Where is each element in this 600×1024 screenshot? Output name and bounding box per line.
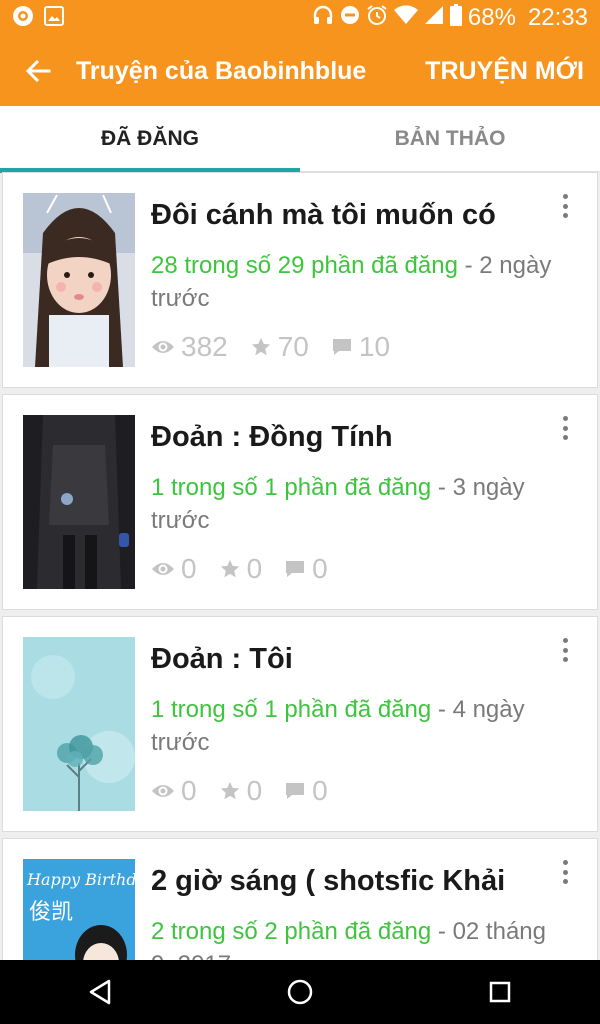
wifi-icon: [393, 4, 418, 32]
star-icon: [251, 337, 270, 356]
comments-count: 10: [358, 331, 391, 362]
nav-home-button[interactable]: [260, 960, 340, 1024]
cover-subtext: 俊凯: [29, 900, 73, 925]
clock: 22:33: [527, 4, 588, 31]
comment-icon: [286, 561, 305, 577]
more-options-button[interactable]: [553, 191, 577, 221]
story-stats: 0 0 0: [151, 553, 350, 585]
story-card[interactable]: Đoản : Tôi 1 trong số 1 phần đã đăng - 4…: [2, 616, 598, 832]
page-title: Truyện của Baobinhblue: [76, 56, 367, 85]
back-triangle-icon: [89, 979, 111, 1005]
back-button[interactable]: [0, 36, 76, 106]
home-circle-icon: [287, 979, 313, 1005]
comments-stat: 0: [284, 775, 328, 807]
story-parts-info: 1 trong số 1 phần đã đăng - 3 ngày trước: [151, 474, 525, 534]
signal-icon: [424, 4, 444, 32]
headset-icon: [312, 4, 334, 33]
story-stats: 0 0 0: [151, 775, 350, 807]
story-cover-image[interactable]: [23, 637, 135, 811]
comments-count: 0: [312, 553, 328, 584]
votes-count: 0: [246, 775, 263, 806]
votes-count: 0: [246, 553, 263, 584]
system-nav-bar: [0, 960, 600, 1024]
story-parts-info: 28 trong số 29 phần đã đăng - 2 ngày trư…: [151, 252, 552, 312]
story-card[interactable]: Đôi cánh mà tôi muốn có 28 trong số 29 p…: [2, 172, 598, 388]
notification-icon: [12, 5, 34, 32]
alarm-icon: [366, 4, 388, 33]
story-parts-info: 1 trong số 1 phần đã đăng - 4 ngày trước: [151, 696, 525, 756]
battery-percent: 68%: [467, 4, 516, 31]
more-options-button[interactable]: [553, 413, 577, 443]
views-count: 382: [181, 331, 228, 362]
tab-published[interactable]: ĐÃ ĐĂNG: [0, 106, 300, 173]
app-bar: Truyện của Baobinhblue TRUYỆN MỚI: [0, 36, 600, 106]
views-count: 0: [181, 775, 197, 806]
votes-stat: 70: [250, 331, 309, 363]
comment-icon: [286, 783, 305, 799]
more-vert-icon: [562, 194, 568, 199]
more-vert-icon: [562, 638, 568, 643]
views-count: 0: [181, 553, 197, 584]
story-cover-image[interactable]: Happy Birthday 俊凯: [23, 859, 135, 960]
comment-icon: [332, 339, 351, 355]
story-title[interactable]: Đôi cánh mà tôi muốn có: [151, 199, 496, 232]
views-stat: 0: [151, 553, 197, 585]
story-cover-image[interactable]: [23, 193, 135, 367]
image-icon: [44, 5, 64, 31]
tab-bar: ĐÃ ĐĂNG BẢN THẢO: [0, 106, 600, 173]
star-icon: [220, 559, 239, 578]
eye-icon: [152, 785, 174, 797]
story-parts-info: 2 trong số 2 phần đã đăng - 02 tháng 9, …: [151, 915, 571, 960]
nav-recents-button[interactable]: [460, 960, 540, 1024]
votes-stat: 0: [219, 553, 263, 585]
tab-published-label: ĐÃ ĐĂNG: [101, 127, 199, 150]
recents-square-icon: [489, 981, 511, 1003]
nav-back-button[interactable]: [60, 960, 140, 1024]
more-options-button[interactable]: [553, 635, 577, 665]
arrow-back-icon: [25, 59, 51, 83]
tab-drafts[interactable]: BẢN THẢO: [300, 106, 600, 172]
story-card[interactable]: Happy Birthday 俊凯 2 giờ sáng ( shotsfic …: [2, 838, 598, 960]
more-vert-icon: [562, 860, 568, 865]
more-vert-icon: [562, 416, 568, 421]
status-bar: 68% 22:33: [0, 0, 600, 36]
story-list[interactable]: Đôi cánh mà tôi muốn có 28 trong số 29 p…: [0, 172, 600, 960]
eye-icon: [152, 341, 174, 353]
comments-stat: 10: [331, 331, 390, 363]
votes-stat: 0: [219, 775, 263, 807]
story-parts: 28 trong số 29 phần đã đăng: [151, 252, 458, 279]
story-cover-image[interactable]: [23, 415, 135, 589]
story-title[interactable]: Đoản : Đồng Tính: [151, 421, 393, 454]
do-not-disturb-icon: [340, 4, 360, 32]
tab-drafts-label: BẢN THẢO: [394, 127, 506, 150]
story-parts: 2 trong số 2 phần đã đăng: [151, 918, 432, 945]
story-stats: 382 70 10: [151, 331, 412, 363]
story-title[interactable]: 2 giờ sáng ( shotsfic Khải: [151, 865, 505, 898]
star-icon: [220, 781, 239, 800]
story-card[interactable]: Đoản : Đồng Tính 1 trong số 1 phần đã đă…: [2, 394, 598, 610]
cover-text: Happy Birthday: [26, 870, 135, 889]
comments-count: 0: [312, 775, 328, 806]
battery-icon: [449, 3, 462, 33]
new-story-button[interactable]: TRUYỆN MỚI: [425, 57, 600, 86]
story-parts: 1 trong số 1 phần đã đăng: [151, 474, 432, 501]
views-stat: 382: [151, 331, 228, 363]
eye-icon: [152, 563, 174, 575]
story-title[interactable]: Đoản : Tôi: [151, 643, 293, 676]
votes-count: 70: [277, 331, 309, 362]
views-stat: 0: [151, 775, 197, 807]
comments-stat: 0: [284, 553, 328, 585]
story-parts: 1 trong số 1 phần đã đăng: [151, 696, 432, 723]
more-options-button[interactable]: [553, 857, 577, 887]
